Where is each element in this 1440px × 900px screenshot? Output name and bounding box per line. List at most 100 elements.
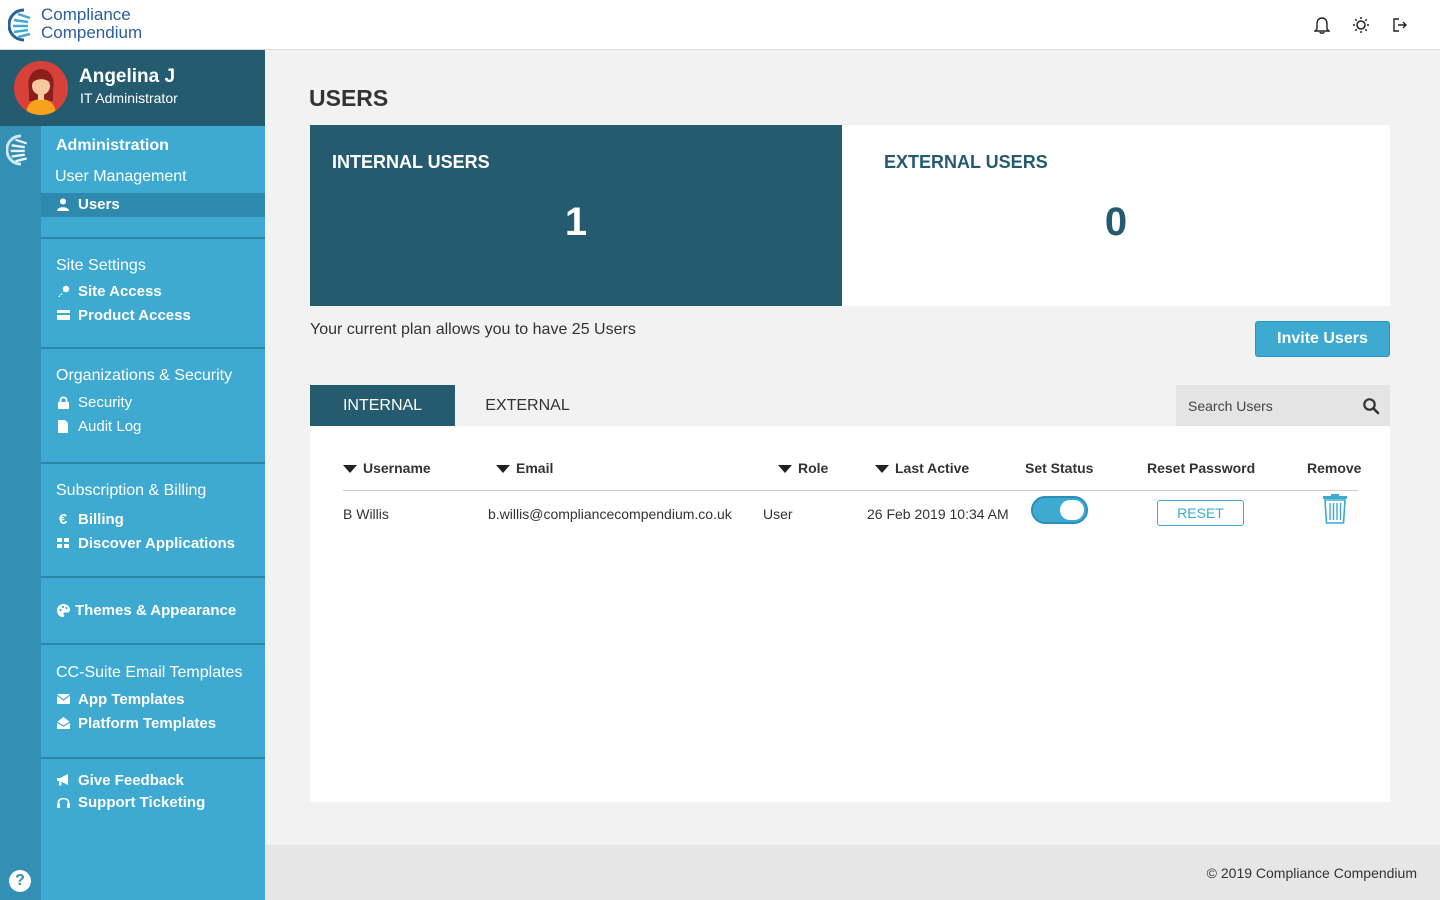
profile-name: Angelina J (79, 66, 176, 87)
sidebar-item-discover-applications[interactable]: Discover Applications (41, 532, 265, 556)
nav-section-org-security: Organizations & Security Security Audit … (41, 349, 265, 464)
sort-caret-icon (875, 465, 889, 474)
sidebar-item-give-feedback[interactable]: Give Feedback (41, 769, 265, 793)
search-icon[interactable] (1362, 397, 1380, 415)
nav-heading-org-security[interactable]: Organizations & Security (56, 367, 232, 385)
external-users-card[interactable]: EXTERNAL USERS 0 (842, 125, 1390, 306)
user-profile[interactable]: Angelina J IT Administrator (0, 50, 265, 126)
sidebar-item-label: Security (78, 394, 133, 411)
sort-caret-icon (496, 465, 510, 474)
nav-heading-administration[interactable]: Administration (56, 137, 169, 155)
rail-logo-icon[interactable] (6, 134, 36, 166)
nav-heading-site-settings[interactable]: Site Settings (56, 257, 146, 275)
card-icon (56, 308, 70, 322)
sidebar-item-label: Users (78, 196, 120, 213)
column-header-last-active[interactable]: Last Active (875, 460, 969, 476)
external-users-count: 0 (1104, 200, 1128, 244)
sidebar-item-label: Support Ticketing (78, 794, 206, 811)
nav-section-email-templates: CC-Suite Email Templates App Templates P… (41, 645, 265, 759)
lock-icon (56, 395, 70, 409)
nav-section-administration: Administration User Management Users (41, 126, 265, 239)
grid-icon (56, 536, 70, 550)
tab-external[interactable]: EXTERNAL (455, 385, 600, 426)
logo-mark-icon (8, 8, 31, 42)
top-header: Compliance Compendium (0, 0, 1440, 50)
trash-icon[interactable] (1322, 494, 1348, 524)
internal-users-count: 1 (564, 200, 588, 244)
search-input[interactable] (1176, 385, 1356, 426)
sidebar-item-label: Discover Applications (78, 535, 235, 552)
invite-users-button[interactable]: Invite Users (1255, 321, 1390, 357)
internal-users-card[interactable]: INTERNAL USERS 1 (310, 125, 842, 306)
column-header-role[interactable]: Role (778, 460, 828, 476)
sort-caret-icon (778, 465, 792, 474)
cell-username: B Willis (343, 506, 389, 522)
cell-last-active: 26 Feb 2019 10:34 AM (867, 506, 1009, 522)
brand-name: Compliance Compendium (41, 6, 142, 42)
sidebar-item-label: Themes & Appearance (75, 602, 237, 619)
nav-section-site-settings: Site Settings Site Access Product Access (41, 239, 265, 349)
headset-icon (56, 795, 70, 809)
sidebar-item-users[interactable]: Users (41, 193, 265, 217)
search-box (1176, 385, 1390, 426)
sidebar-item-label: Billing (78, 511, 124, 528)
sidebar-item-support-ticketing[interactable]: Support Ticketing (41, 791, 265, 815)
sidebar-item-app-templates[interactable]: App Templates (41, 688, 265, 712)
column-header-label: Username (363, 460, 431, 476)
key-icon (56, 284, 70, 298)
sidebar-item-site-access[interactable]: Site Access (41, 280, 265, 304)
profile-role: IT Administrator (80, 90, 178, 106)
user-icon (56, 197, 70, 211)
column-header-email[interactable]: Email (496, 460, 553, 476)
toggle-knob (1060, 500, 1084, 520)
brand-line-1: Compliance (41, 5, 131, 24)
help-icon[interactable]: ? (9, 870, 31, 892)
sun-icon[interactable] (1349, 13, 1373, 37)
nav-section-support: Give Feedback Support Ticketing (41, 759, 265, 900)
sidebar-item-security[interactable]: Security (41, 391, 265, 415)
document-icon (56, 419, 70, 433)
copyright-text: © 2019 Compliance Compendium (1206, 865, 1417, 881)
palette-icon (56, 603, 70, 617)
page-title: USERS (309, 85, 389, 111)
column-header-username[interactable]: Username (343, 460, 431, 476)
sidebar-item-label: Platform Templates (78, 715, 217, 732)
external-users-title: EXTERNAL USERS (884, 152, 1048, 172)
column-header-label: Email (516, 460, 554, 476)
column-header-label: Last Active (895, 460, 970, 476)
header-divider (343, 490, 1358, 491)
app-logo[interactable]: Compliance Compendium (8, 6, 168, 44)
reset-password-button[interactable]: RESET (1157, 500, 1244, 526)
bell-icon[interactable] (1310, 13, 1334, 37)
status-toggle[interactable] (1031, 496, 1088, 524)
sidebar-item-label: App Templates (78, 691, 185, 708)
column-header-remove: Remove (1307, 460, 1362, 476)
nav-heading-email-templates[interactable]: CC-Suite Email Templates (56, 664, 242, 682)
sidebar-item-label: Product Access (78, 307, 191, 324)
column-header-label: Role (798, 460, 829, 476)
sidebar-item-themes-appearance[interactable]: Themes & Appearance (41, 599, 265, 623)
tab-internal[interactable]: INTERNAL (310, 385, 455, 426)
sidebar-item-platform-templates[interactable]: Platform Templates (41, 712, 265, 736)
cell-role: User (763, 506, 793, 522)
sidebar-item-product-access[interactable]: Product Access (41, 304, 265, 328)
column-header-set-status: Set Status (1025, 460, 1094, 476)
cell-email: b.willis@compliancecompendium.co.uk (488, 506, 732, 522)
sidebar-item-audit-log[interactable]: Audit Log (41, 415, 265, 439)
sidebar-rail: ? (0, 126, 41, 900)
internal-users-title: INTERNAL USERS (332, 152, 490, 172)
envelope-open-icon (56, 716, 70, 730)
footer: © 2019 Compliance Compendium (265, 845, 1440, 900)
avatar (14, 61, 68, 115)
header-actions (1310, 13, 1410, 37)
nav-heading-user-management[interactable]: User Management (55, 168, 187, 186)
nav-section-themes: Themes & Appearance (41, 578, 265, 645)
column-header-reset-password: Reset Password (1147, 460, 1256, 476)
sidebar-item-billing[interactable]: € Billing (41, 508, 265, 532)
sidebar: Administration User Management Users Sit… (41, 126, 265, 900)
nav-heading-subscription-billing[interactable]: Subscription & Billing (56, 482, 206, 500)
nav-section-subscription-billing: Subscription & Billing € Billing Discove… (41, 464, 265, 578)
logout-icon[interactable] (1388, 13, 1412, 37)
sort-caret-icon (343, 465, 357, 474)
euro-icon: € (58, 510, 68, 528)
